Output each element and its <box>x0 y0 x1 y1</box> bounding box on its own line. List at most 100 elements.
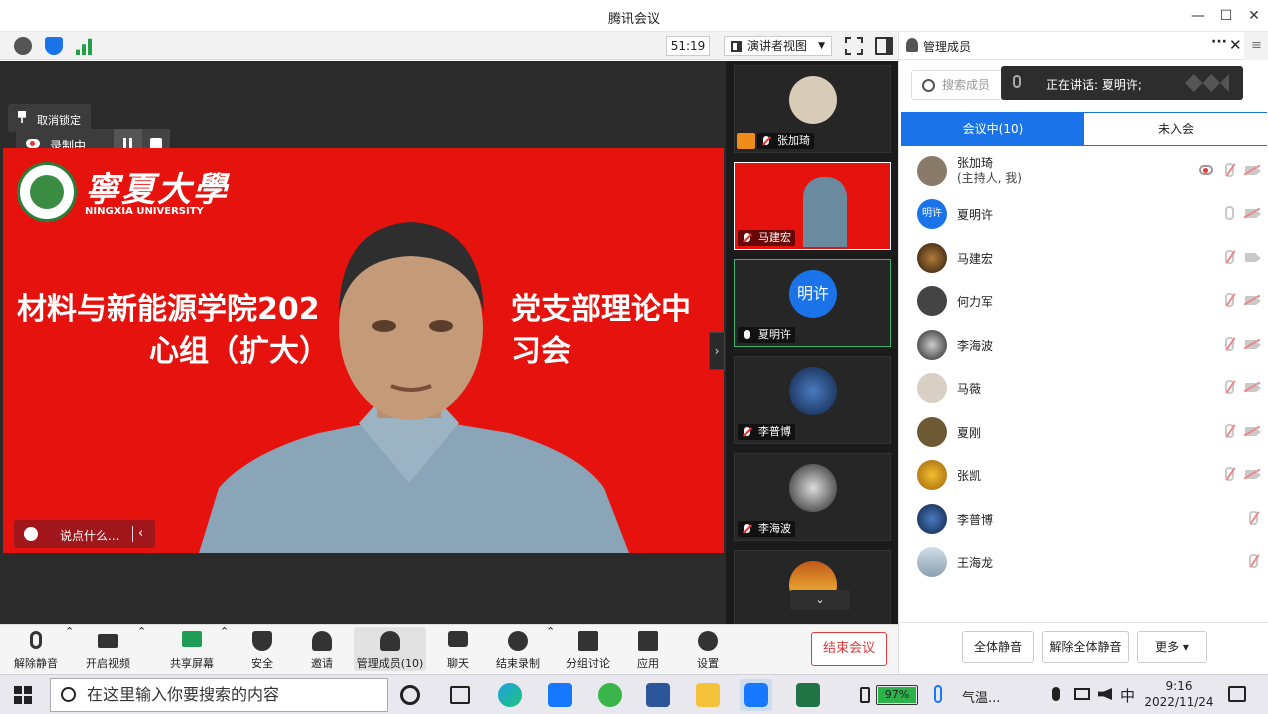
member-row[interactable]: 李海波 <box>899 325 1268 365</box>
signal-icon[interactable] <box>76 38 94 55</box>
end-recording-button[interactable]: 结束录制 <box>490 625 546 673</box>
thumb-name: 李普博 <box>738 424 795 440</box>
unmute-button[interactable]: 解除静音 <box>8 625 64 673</box>
minimize-button[interactable]: — <box>1188 6 1208 26</box>
thumb-tile-active[interactable]: 明许 夏明许 <box>734 259 891 347</box>
file-explorer-icon[interactable] <box>696 683 720 707</box>
unmute-all-button[interactable]: 解除全体静音 <box>1042 631 1129 663</box>
chat-button[interactable]: 聊天 <box>432 625 484 673</box>
tab-in-meeting[interactable]: 会议中(10) <box>902 113 1084 145</box>
apps-button[interactable]: 应用 <box>622 625 674 673</box>
close-button[interactable]: ✕ <box>1244 6 1264 26</box>
mic-muted-icon[interactable] <box>1225 293 1234 307</box>
member-name: 李普博 <box>957 513 994 527</box>
camera-off-icon[interactable] <box>1245 383 1261 392</box>
speaker-icon[interactable] <box>1098 688 1112 700</box>
word-icon[interactable] <box>646 683 670 707</box>
thumb-tile[interactable] <box>734 550 891 624</box>
member-row[interactable]: 明许 夏明许 <box>899 194 1268 234</box>
video-options-caret[interactable]: ⌃ <box>137 625 146 673</box>
share-options-caret[interactable]: ⌃ <box>220 625 229 673</box>
member-name: 张凯 <box>957 469 982 483</box>
close-panel-icon[interactable]: ✕ <box>1229 36 1242 54</box>
thumb-tile[interactable]: 张加琦 <box>734 65 891 153</box>
more-button[interactable]: 更多 ▾ <box>1137 631 1207 663</box>
refresh-app-icon[interactable] <box>598 683 622 707</box>
invite-button[interactable]: 邀请 <box>296 625 348 673</box>
cortana-icon[interactable] <box>400 685 420 705</box>
member-row[interactable]: 李普博 <box>899 499 1268 539</box>
unmute-options-caret[interactable]: ⌃ <box>65 625 74 673</box>
mic-muted-icon[interactable] <box>1225 163 1234 177</box>
scroll-down-button[interactable]: ⌄ <box>790 590 850 610</box>
start-video-button[interactable]: 开启视频 <box>80 625 136 673</box>
member-row[interactable]: 马建宏 <box>899 238 1268 278</box>
mute-all-button[interactable]: 全体静音 <box>962 631 1034 663</box>
camera-icon[interactable] <box>1245 253 1261 262</box>
mic-muted-icon[interactable] <box>1225 467 1234 481</box>
member-row[interactable]: 王海龙 <box>899 542 1268 582</box>
record-options-caret[interactable]: ⌃ <box>546 625 555 673</box>
ime-indicator[interactable]: 中 <box>1120 685 1135 706</box>
end-meeting-button[interactable]: 结束会议 <box>811 632 887 666</box>
breakout-button[interactable]: 分组讨论 <box>560 625 616 673</box>
emoji-icon[interactable] <box>24 527 38 541</box>
thumb-tile[interactable]: 李普博 <box>734 356 891 444</box>
thumb-tile[interactable]: 李海波 <box>734 453 891 541</box>
view-mode-dropdown[interactable]: 演讲者视图 ▼ <box>724 36 832 56</box>
member-row[interactable]: 张凯 <box>899 455 1268 495</box>
excel-icon[interactable] <box>796 683 820 707</box>
task-view-icon[interactable] <box>450 686 470 704</box>
network-icon[interactable] <box>1074 688 1090 700</box>
chat-input-bar[interactable]: 说点什么... ‹ <box>14 520 155 548</box>
weather-label[interactable]: 气温... <box>962 687 1000 706</box>
edge-browser-icon[interactable] <box>498 683 522 707</box>
chevron-left-icon[interactable]: ‹ <box>138 526 143 541</box>
avatar <box>917 243 947 273</box>
thumb-tile[interactable]: 马建宏 <box>734 162 891 250</box>
tencent-meeting-taskbar-icon[interactable] <box>740 679 772 711</box>
manage-members-button[interactable]: 管理成员(10) <box>354 627 426 671</box>
mic-on-icon[interactable] <box>1225 206 1234 220</box>
app-l-icon[interactable] <box>548 683 572 707</box>
system-clock[interactable]: 9:16 2022/11/24 <box>1138 678 1220 710</box>
member-row[interactable]: 夏刚 <box>899 412 1268 452</box>
notification-icon[interactable] <box>1228 686 1246 702</box>
maximize-button[interactable]: ☐ <box>1216 6 1236 26</box>
member-row[interactable]: 何力军 <box>899 281 1268 321</box>
video-thumbnail-strip[interactable]: 张加琦 马建宏 明许 夏明许 李普博 李海波 <box>726 61 898 624</box>
camera-off-icon[interactable] <box>1245 470 1261 479</box>
member-row[interactable]: 张加琦 (主持人, 我) <box>899 151 1268 191</box>
next-page-button[interactable]: › <box>709 332 725 370</box>
camera-off-icon[interactable] <box>1245 340 1261 349</box>
mic-muted-icon[interactable] <box>1225 337 1234 351</box>
share-screen-button[interactable]: 共享屏幕 <box>164 625 220 673</box>
tab-not-joined[interactable]: 未入会 <box>1085 113 1267 145</box>
mic-muted-icon[interactable] <box>1225 250 1234 264</box>
sidebar-toggle-icon[interactable] <box>875 37 893 55</box>
microphone-icon[interactable] <box>1052 687 1060 701</box>
camera-off-icon[interactable] <box>1245 209 1261 218</box>
member-row[interactable]: 马薇 <box>899 368 1268 408</box>
menu-icon[interactable]: ≡ <box>1244 32 1268 60</box>
more-options-icon[interactable]: ··· <box>1211 34 1227 50</box>
settings-button[interactable]: 设置 <box>682 625 734 673</box>
shield-icon[interactable] <box>45 37 63 55</box>
unmute-label: 解除静音 <box>14 657 58 670</box>
info-icon[interactable] <box>14 37 32 55</box>
security-button[interactable]: 安全 <box>236 625 288 673</box>
camera-off-icon[interactable] <box>1245 166 1261 175</box>
taskbar-search-input[interactable]: 在这里输入你要搜索的内容 <box>50 678 388 712</box>
windows-start-icon[interactable] <box>14 686 32 704</box>
fullscreen-icon[interactable] <box>845 37 863 55</box>
unpin-button[interactable]: 取消锁定 <box>8 104 91 132</box>
mic-muted-icon[interactable] <box>1249 511 1258 525</box>
camera-off-icon[interactable] <box>1245 296 1261 305</box>
mic-muted-icon[interactable] <box>1225 424 1234 438</box>
mic-muted-icon[interactable] <box>1225 380 1234 394</box>
member-panel: 管理成员 ··· ✕ ≡ 搜索成员 正在讲话: 夏明许; 会议中(10) 未入会… <box>898 32 1268 674</box>
mic-muted-icon[interactable] <box>1249 554 1258 568</box>
camera-off-icon[interactable] <box>1245 427 1261 436</box>
member-search-input[interactable]: 搜索成员 <box>911 70 1011 100</box>
battery-indicator[interactable]: 97% <box>876 685 918 705</box>
